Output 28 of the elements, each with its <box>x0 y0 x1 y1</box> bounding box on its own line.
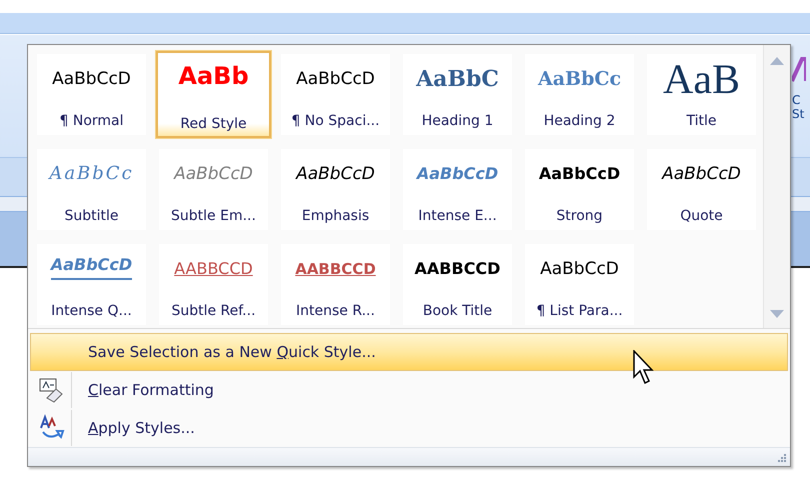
style-tile[interactable]: AABBCCD Subtle Ref... <box>159 244 268 325</box>
style-tile[interactable]: AaBbCcD Intense Q... <box>37 244 146 325</box>
style-tile[interactable]: AaBbCcD Strong <box>525 149 634 230</box>
style-tile[interactable]: AABBCCD Intense R... <box>281 244 390 325</box>
letter-icon[interactable] <box>792 57 806 83</box>
style-tile[interactable]: AaBbCcD Subtle Em... <box>159 149 268 230</box>
change-styles-label[interactable]: C St <box>792 93 804 121</box>
style-tile[interactable]: AaB Title <box>647 54 756 135</box>
mouse-pointer-icon <box>633 350 655 386</box>
menu-item[interactable]: Apply Styles... <box>30 409 788 448</box>
style-tile[interactable]: AaBb Red Style <box>156 51 271 138</box>
resize-grip-icon[interactable] <box>777 453 787 463</box>
style-tile[interactable]: AaBbCc Subtitle <box>37 149 146 230</box>
style-tile[interactable]: AaBbCcD Emphasis <box>281 149 390 230</box>
scrollbar[interactable] <box>763 45 790 328</box>
style-tile[interactable]: AABBCCD Book Title <box>403 244 512 325</box>
style-tile[interactable]: AaBbCcD ¶ List Para... <box>525 244 634 325</box>
style-tile[interactable]: AaBbCcD ¶ Normal <box>37 54 146 135</box>
style-tile[interactable]: AaBbCc Heading 2 <box>525 54 634 135</box>
style-tile[interactable]: AaBbCcD ¶ No Spaci... <box>281 54 390 135</box>
menu-item[interactable]: Clear Formatting <box>30 371 788 410</box>
style-tile[interactable]: AaBbCcD Quote <box>647 149 756 230</box>
scroll-up-icon[interactable] <box>770 57 784 65</box>
menu-item[interactable]: Save Selection as a New Quick Style... <box>30 333 788 372</box>
scroll-down-icon[interactable] <box>770 310 784 318</box>
eraser-icon <box>37 376 65 404</box>
style-tile[interactable]: AaBbCcD Intense E... <box>403 149 512 230</box>
style-tile[interactable]: AaBbC Heading 1 <box>403 54 512 135</box>
